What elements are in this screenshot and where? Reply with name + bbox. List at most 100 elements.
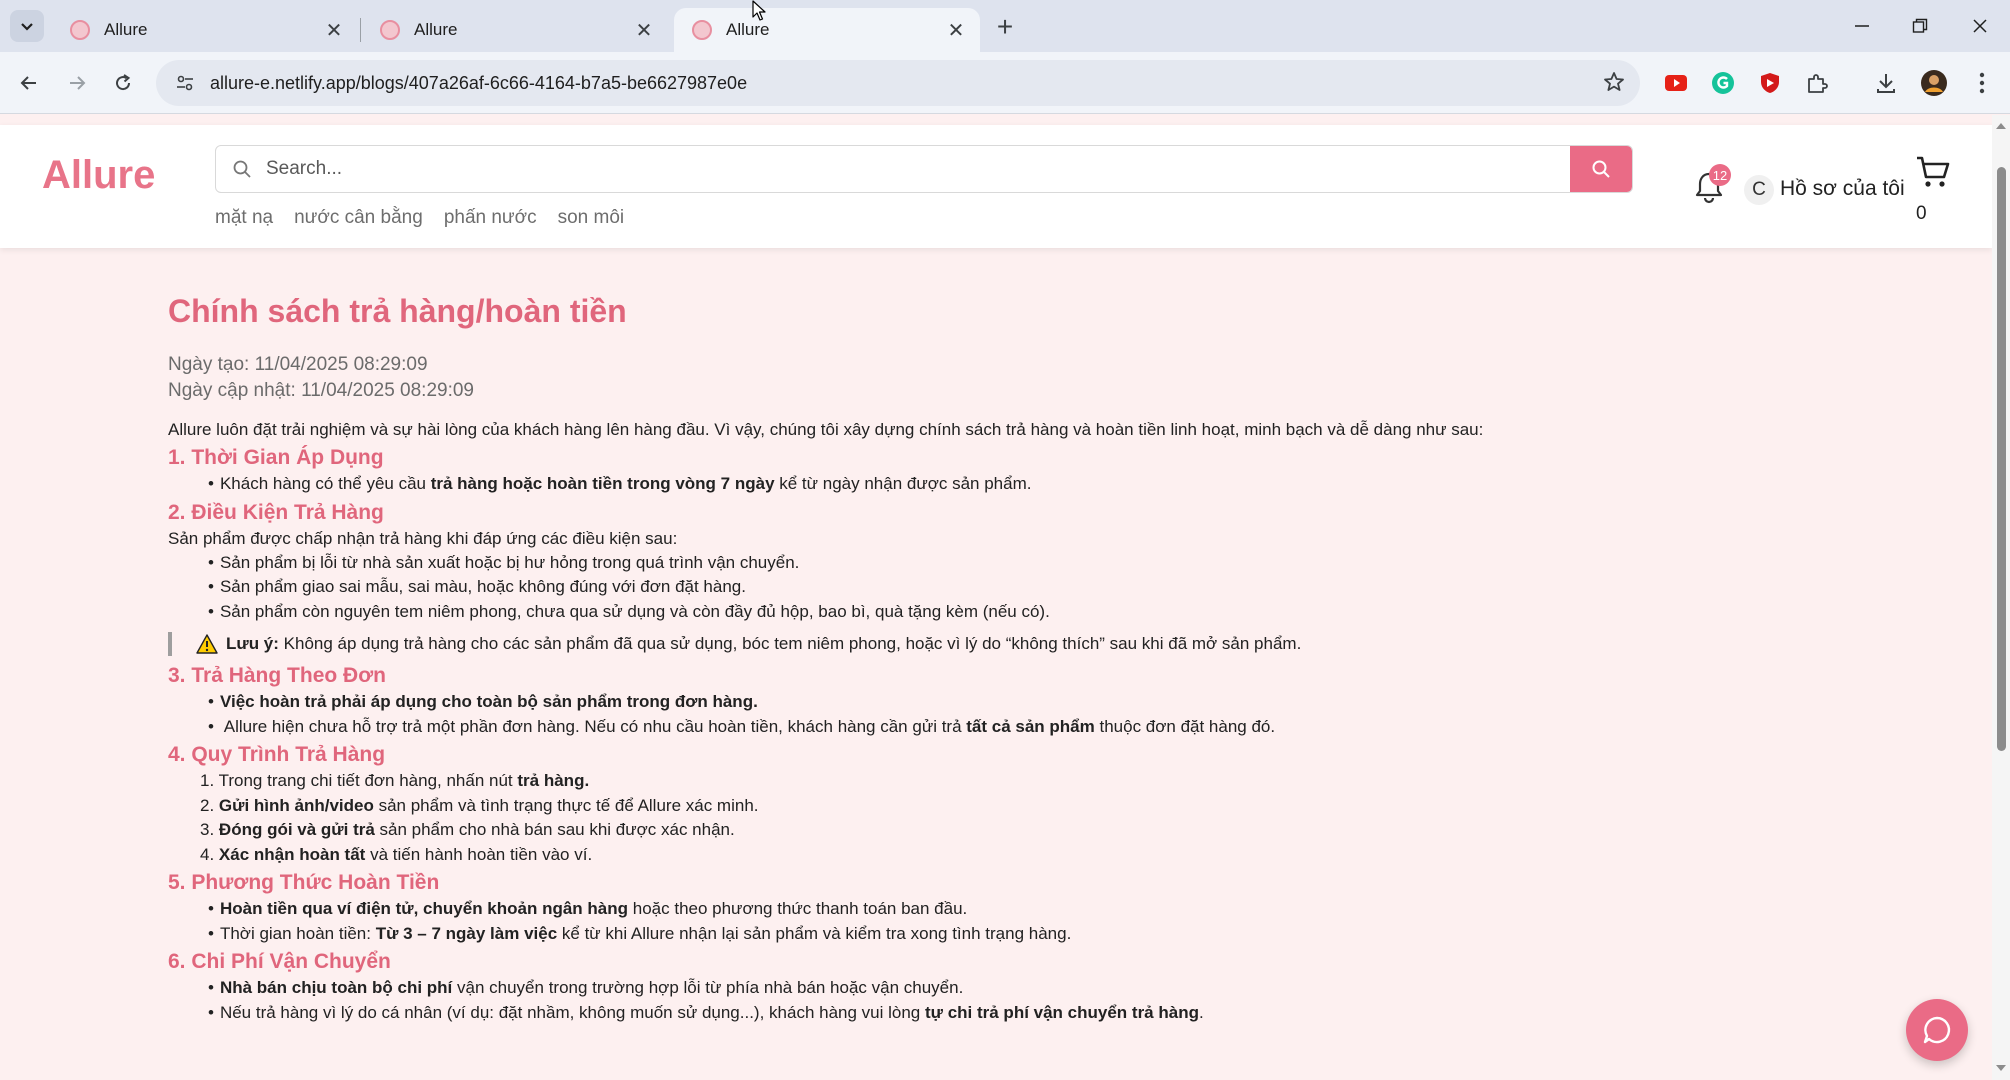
- profile-avatar-icon[interactable]: [1917, 66, 1951, 100]
- section-heading: 1. Thời Gian Áp Dụng: [168, 446, 384, 469]
- process-steps: 1. Trong trang chi tiết đơn hàng, nhấn n…: [168, 769, 1768, 867]
- step-item: 3. Đóng gói và gửi trả sản phẩm cho nhà …: [200, 820, 735, 839]
- list-item: Sản phẩm bị lỗi từ nhà sản xuất hoặc bị …: [208, 551, 1768, 576]
- step-item: 4. Xác nhận hoàn tất và tiến hành hoàn t…: [200, 844, 593, 864]
- shield-extension-icon[interactable]: [1753, 66, 1787, 100]
- allure-favicon-icon: [70, 20, 90, 40]
- intro-paragraph: Allure luôn đặt trải nghiệm và sự hài lò…: [168, 420, 1484, 439]
- tab-search-button[interactable]: [10, 10, 44, 42]
- tab-title: Allure: [726, 20, 770, 39]
- list-item: Hoàn tiền qua ví điện tử, chuyển khoản n…: [208, 897, 1768, 922]
- browser-tab[interactable]: Allure ✕: [52, 8, 358, 52]
- arrow-right-icon: [70, 76, 86, 90]
- list-item: Nếu trả hàng vì lý do cá nhân (ví dụ: đặ…: [208, 1001, 1768, 1026]
- chevron-down-icon: [21, 23, 33, 31]
- close-icon[interactable]: ✕: [322, 18, 346, 42]
- warning-note: Lưu ý: Không áp dụng trả hàng cho các sả…: [168, 632, 1768, 656]
- site-info-icon[interactable]: [170, 68, 200, 98]
- section-heading: 4. Quy Trình Trả Hàng: [168, 743, 386, 766]
- section-list: Khách hàng có thể yêu cầu trả hàng hoặc …: [168, 472, 1768, 497]
- section-list: Hoàn tiền qua ví điện tử, chuyển khoản n…: [168, 897, 1768, 946]
- site-header: Allure mặt nạ nước cân bằng phấn nước so…: [0, 125, 1992, 248]
- allure-favicon-icon: [692, 20, 712, 40]
- section-list: Nhà bán chịu toàn bộ chi phí vận chuyển …: [168, 976, 1768, 1025]
- scrollbar-thumb[interactable]: [1997, 167, 2006, 751]
- category-links: mặt nạ nước cân bằng phấn nước son môi: [215, 207, 624, 229]
- notification-badge: 12: [1709, 164, 1731, 186]
- extensions-puzzle-icon[interactable]: [1800, 66, 1834, 100]
- list-item: Allure hiện chưa hỗ trợ trả một phần đơn…: [208, 715, 1768, 740]
- created-date: Ngày tạo: 11/04/2025 08:29:09: [168, 354, 428, 375]
- cart-button[interactable]: [1915, 155, 1951, 189]
- grammarly-extension-icon[interactable]: [1706, 66, 1740, 100]
- browser-tab[interactable]: Allure ✕: [362, 8, 668, 52]
- scroll-up-arrow[interactable]: [1996, 123, 2006, 129]
- bookmark-star-icon[interactable]: [1602, 70, 1626, 99]
- section-heading: 2. Điều Kiện Trả Hàng: [168, 500, 384, 524]
- page-title: Chính sách trả hàng/hoàn tiền: [168, 293, 627, 329]
- list-item: Thời gian hoàn tiền: Từ 3 – 7 ngày làm v…: [208, 922, 1768, 947]
- search-icon: [230, 157, 254, 181]
- browser-tab-active[interactable]: Allure ✕: [674, 8, 980, 52]
- minimize-icon: [1855, 25, 1869, 27]
- back-button[interactable]: [12, 66, 46, 100]
- mouse-cursor-icon: [752, 0, 766, 21]
- close-icon[interactable]: ✕: [944, 18, 968, 42]
- chat-bubble-icon: [1923, 1016, 1951, 1044]
- profile-link[interactable]: Hồ sơ của tôi: [1780, 177, 1905, 201]
- tab-title: Allure: [104, 20, 148, 39]
- user-avatar[interactable]: C: [1744, 175, 1774, 205]
- close-icon: [1973, 19, 1987, 33]
- list-item: Sản phẩm giao sai mẫu, sai màu, hoặc khô…: [208, 575, 1768, 600]
- download-icon[interactable]: [1869, 66, 1903, 100]
- arrow-left-icon: [20, 76, 36, 90]
- category-link[interactable]: son môi: [558, 207, 625, 229]
- list-item: Nhà bán chịu toàn bộ chi phí vận chuyển …: [208, 976, 1768, 1001]
- minimize-button[interactable]: [1842, 10, 1882, 42]
- forward-button[interactable]: [60, 66, 94, 100]
- url-text: allure-e.netlify.app/blogs/407a26af-6c66…: [210, 72, 748, 93]
- allure-favicon-icon: [380, 20, 400, 40]
- page-scrollbar[interactable]: [1992, 115, 2010, 1080]
- page-viewport: Allure mặt nạ nước cân bằng phấn nước so…: [0, 115, 1992, 1080]
- close-window-button[interactable]: [1960, 10, 2000, 42]
- close-icon[interactable]: ✕: [632, 18, 656, 42]
- notification-button[interactable]: 12: [1693, 164, 1731, 206]
- address-bar[interactable]: allure-e.netlify.app/blogs/407a26af-6c66…: [156, 60, 1640, 106]
- search-input[interactable]: [266, 158, 1570, 180]
- policy-article: Chính sách trả hàng/hoàn tiền Ngày tạo: …: [168, 293, 1768, 1025]
- browser-tab-bar: Allure ✕ Allure ✕ Allure ✕ +: [0, 0, 2010, 52]
- search-bar: [215, 145, 1633, 193]
- chat-button[interactable]: [1906, 999, 1968, 1061]
- list-item: Khách hàng có thể yêu cầu trả hàng hoặc …: [208, 472, 1768, 497]
- step-item: 2. Gửi hình ảnh/video sản phẩm và tình t…: [200, 795, 759, 815]
- search-button[interactable]: [1570, 146, 1632, 192]
- section-heading: 6. Chi Phí Vận Chuyển: [168, 950, 391, 973]
- section-list: Sản phẩm bị lỗi từ nhà sản xuất hoặc bị …: [168, 551, 1768, 625]
- section-heading: 5. Phương Thức Hoàn Tiền: [168, 871, 440, 894]
- restore-icon: [1912, 18, 1928, 33]
- category-link[interactable]: phấn nước: [444, 207, 537, 229]
- updated-date: Ngày cập nhật: 11/04/2025 08:29:09: [168, 380, 475, 401]
- tab-title: Allure: [414, 20, 458, 39]
- section-list: Việc hoàn trả phải áp dụng cho toàn bộ s…: [168, 690, 1768, 739]
- warning-icon: [196, 634, 218, 654]
- search-icon: [1592, 160, 1610, 178]
- section-lead: Sản phẩm được chấp nhận trả hàng khi đáp…: [168, 528, 678, 548]
- youtube-extension-icon[interactable]: [1659, 66, 1693, 100]
- list-item: Việc hoàn trả phải áp dụng cho toàn bộ s…: [208, 690, 1768, 715]
- restore-button[interactable]: [1900, 10, 1940, 42]
- category-link[interactable]: nước cân bằng: [294, 207, 423, 229]
- cart-count: 0: [1916, 203, 1927, 224]
- list-item: Sản phẩm còn nguyên tem niêm phong, chưa…: [208, 600, 1768, 625]
- category-link[interactable]: mặt nạ: [215, 207, 273, 229]
- new-tab-button[interactable]: +: [990, 11, 1020, 42]
- site-logo[interactable]: Allure: [42, 153, 155, 198]
- tab-divider: [360, 18, 361, 42]
- step-item: 1. Trong trang chi tiết đơn hàng, nhấn n…: [200, 771, 590, 790]
- kebab-menu-icon[interactable]: [1965, 66, 1999, 100]
- scroll-down-arrow[interactable]: [1996, 1065, 2006, 1071]
- shopping-cart-icon: [1917, 156, 1950, 187]
- section-heading: 3. Trả Hàng Theo Đơn: [168, 664, 386, 687]
- reload-button[interactable]: [106, 66, 140, 100]
